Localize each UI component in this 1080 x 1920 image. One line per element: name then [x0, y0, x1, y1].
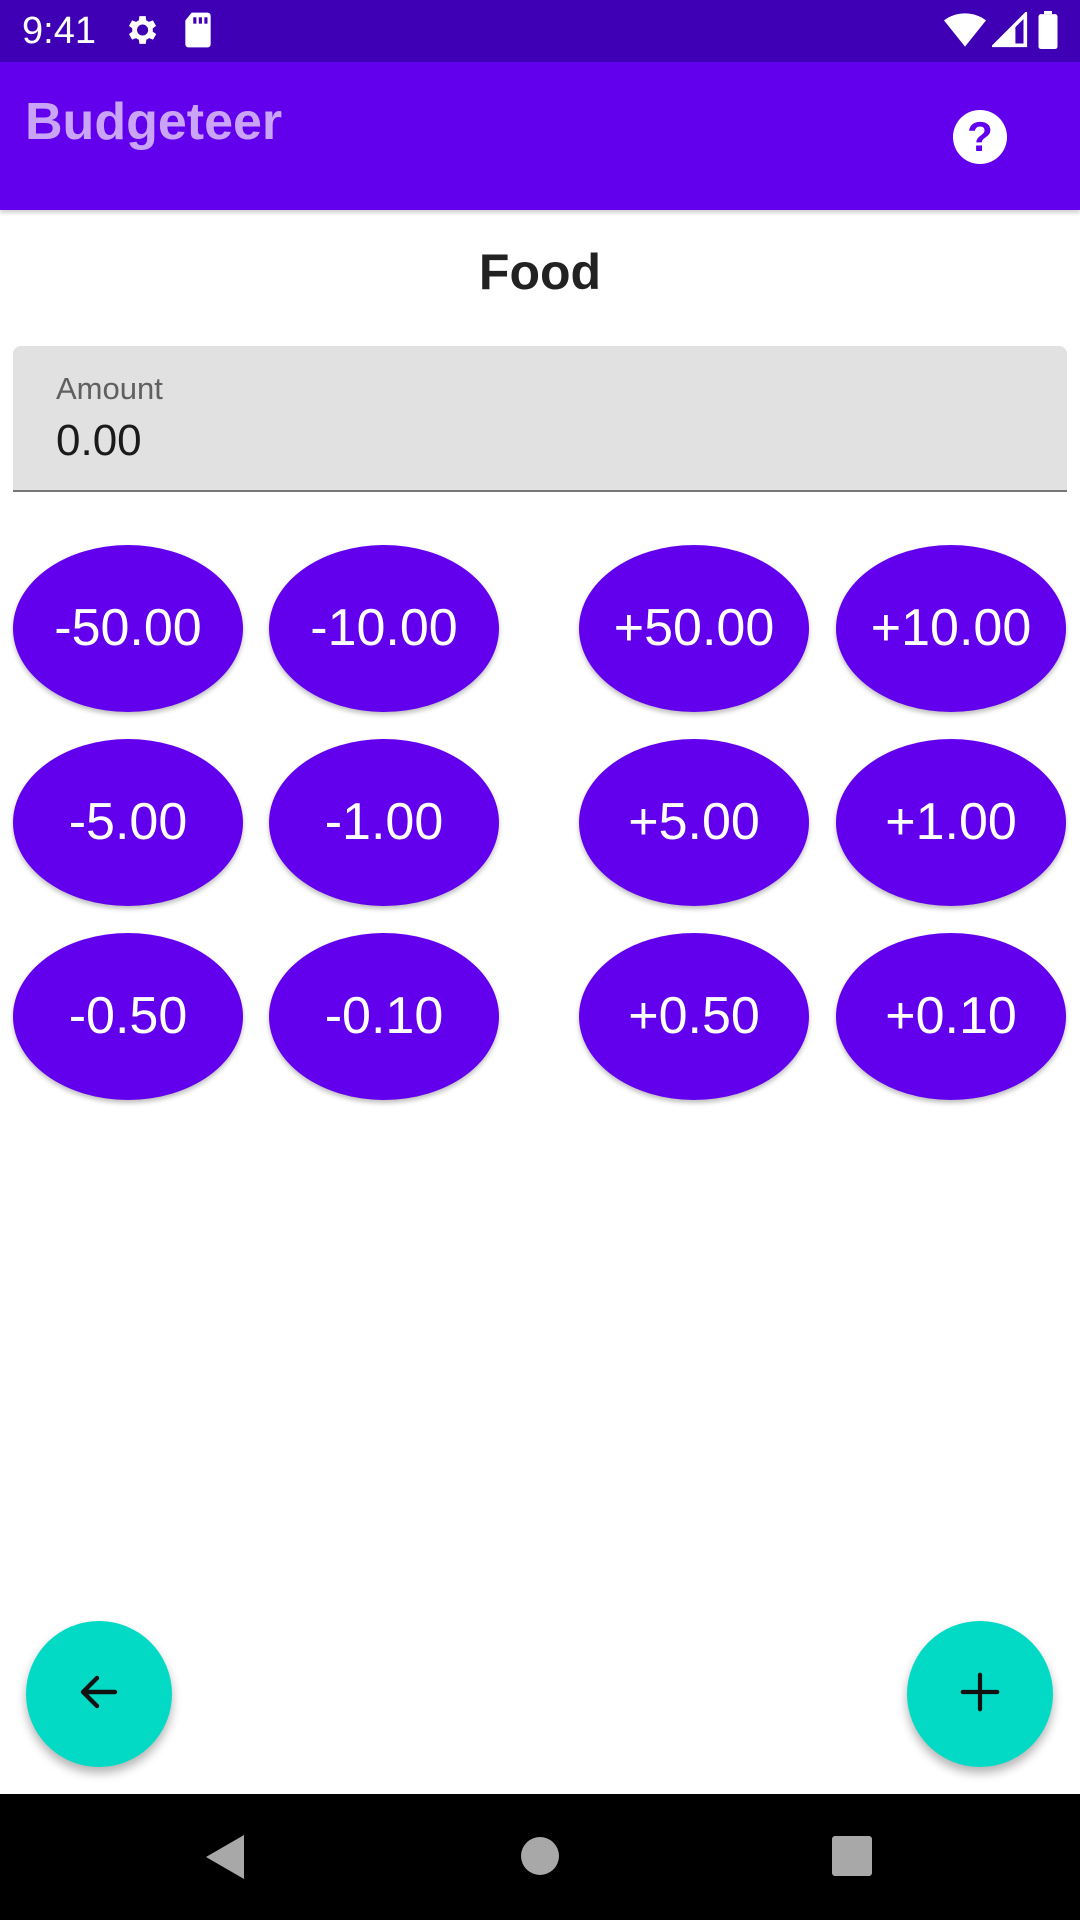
minus-0-50-button[interactable]: -0.50: [13, 933, 243, 1100]
minus-1-button[interactable]: -1.00: [269, 739, 499, 906]
plus-5-button[interactable]: +5.00: [579, 739, 809, 906]
app-bar: Budgeteer: [0, 62, 1080, 210]
home-circle-icon[interactable]: [520, 1836, 560, 1881]
minus-10-button[interactable]: -10.00: [269, 545, 499, 712]
amount-label: Amount: [56, 371, 163, 406]
back-fab[interactable]: [26, 1621, 172, 1767]
nav-bar: [0, 1794, 1080, 1920]
gear-icon: [122, 11, 160, 54]
plus-0-10-button[interactable]: +0.10: [836, 933, 1066, 1100]
plus-10-button[interactable]: +10.00: [836, 545, 1066, 712]
sd-card-icon: [182, 11, 214, 54]
recents-square-icon[interactable]: [832, 1836, 872, 1881]
plus-1-button[interactable]: +1.00: [836, 739, 1066, 906]
minus-5-button[interactable]: -5.00: [13, 739, 243, 906]
screen: 9:41 Budgeteer ? Food Amount 0.00 -50.00…: [0, 0, 1080, 1920]
plus-icon: [957, 1669, 1003, 1720]
category-title: Food: [478, 244, 602, 300]
add-fab[interactable]: [907, 1621, 1053, 1767]
help-button[interactable]: ?: [953, 110, 1007, 164]
amount-input[interactable]: 0.00: [56, 414, 142, 468]
help-circle-icon: ?: [967, 113, 993, 160]
plus-50-button[interactable]: +50.00: [579, 545, 809, 712]
signal-icon: [990, 10, 1028, 53]
minus-0-10-button[interactable]: -0.10: [269, 933, 499, 1100]
minus-50-button[interactable]: -50.00: [13, 545, 243, 712]
plus-0-50-button[interactable]: +0.50: [579, 933, 809, 1100]
status-time: 9:41: [22, 10, 96, 52]
arrow-left-icon: [75, 1668, 123, 1721]
app-title: Budgeteer: [25, 93, 283, 151]
battery-icon: [1038, 11, 1058, 54]
status-bar: 9:41: [0, 0, 1080, 62]
wifi-icon: [944, 12, 986, 53]
back-triangle-icon[interactable]: [204, 1833, 246, 1886]
amount-field[interactable]: Amount 0.00: [13, 346, 1067, 492]
